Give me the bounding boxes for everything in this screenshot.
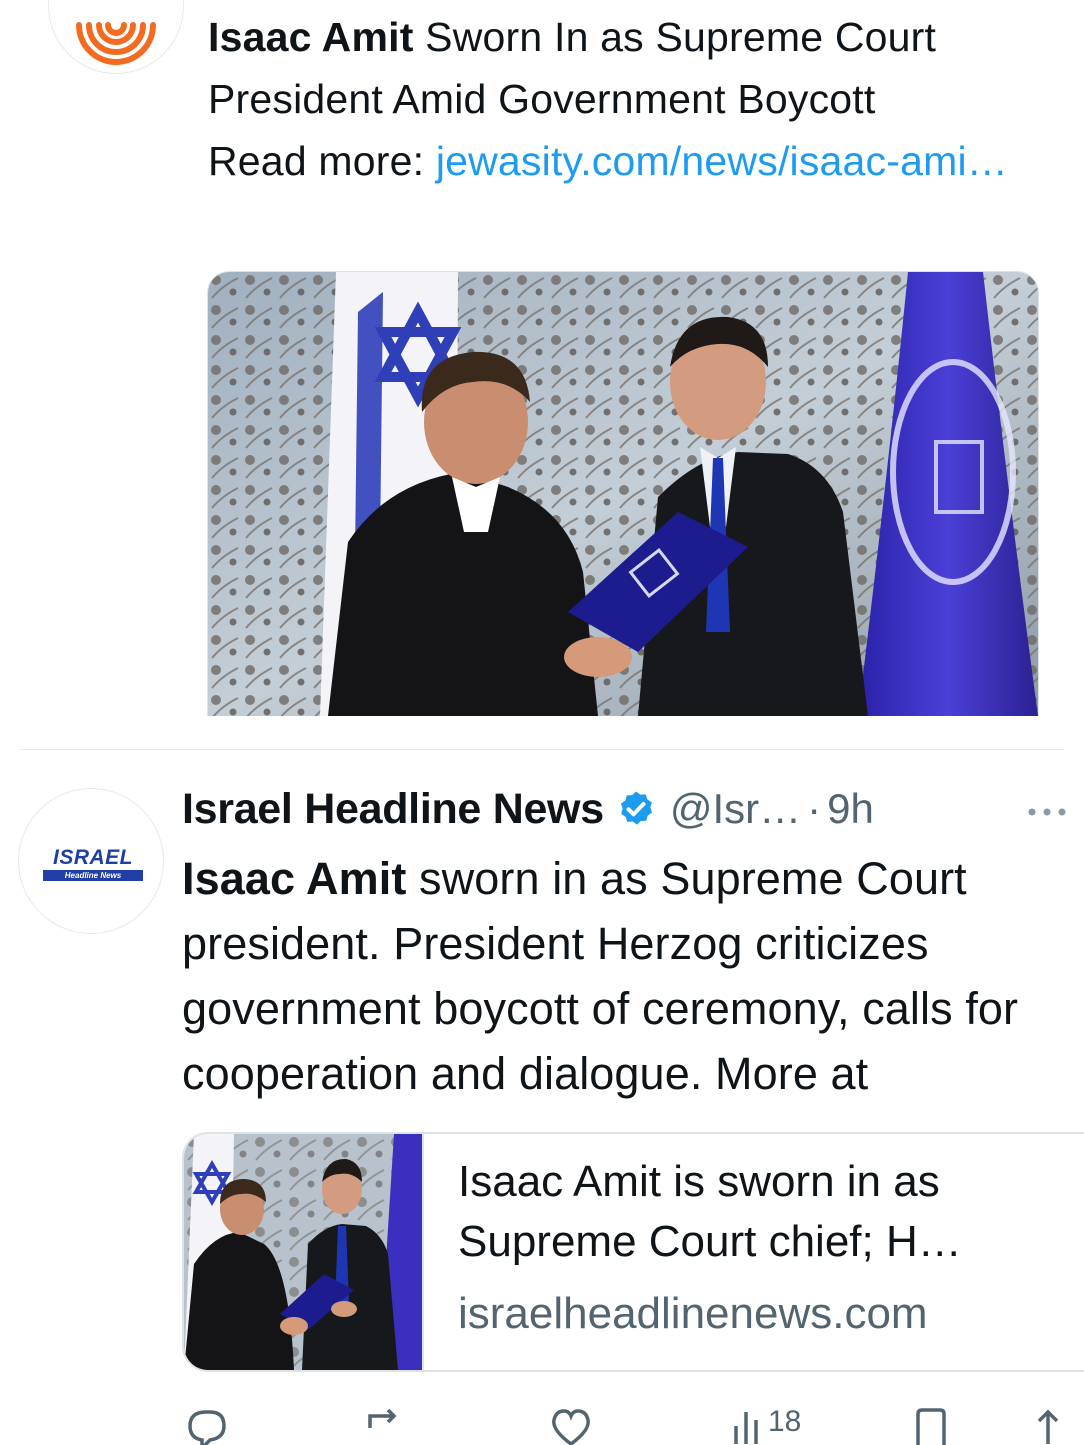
tweet1-headline-bold: Isaac Amit xyxy=(208,14,414,60)
ihn-logo-top: ISRAEL xyxy=(52,846,133,869)
tweet2-header: Israel Headline News @Isr… · 9h xyxy=(182,776,874,842)
tweet-divider xyxy=(20,749,1064,750)
jewasity-logo-icon xyxy=(76,22,156,65)
tweet2-text-bold: Isaac Amit xyxy=(182,853,407,904)
ceremony-photo xyxy=(208,272,1038,716)
share-button[interactable] xyxy=(1028,1404,1068,1445)
jewasity-avatar[interactable] xyxy=(48,0,184,74)
bookmark-icon xyxy=(916,1408,946,1445)
tweet1-photo[interactable] xyxy=(207,271,1039,716)
meta-separator: · xyxy=(807,785,822,832)
verified-badge-icon xyxy=(620,791,652,825)
link-preview-card[interactable]: Isaac Amit is sworn in as Supreme Court … xyxy=(182,1132,1084,1372)
israel-headline-news-avatar[interactable]: ISRAEL Headline News xyxy=(18,788,164,934)
author-name[interactable]: Israel Headline News xyxy=(182,785,604,834)
tweet1-link[interactable]: jewasity.com/news/isaac-ami… xyxy=(436,138,1008,184)
tweet2-text: Isaac Amit sworn in as Supreme Court pre… xyxy=(182,846,1072,1106)
ihn-logo: ISRAEL Headline News xyxy=(33,847,153,881)
views-icon xyxy=(734,1412,758,1444)
card-body: Isaac Amit is sworn in as Supreme Court … xyxy=(424,1134,1058,1370)
reply-button[interactable] xyxy=(182,1404,232,1445)
retweet-icon xyxy=(368,1408,397,1428)
card-thumbnail xyxy=(184,1134,424,1370)
card-domain: israelheadlinenews.com xyxy=(458,1289,928,1338)
share-icon xyxy=(1037,1409,1059,1444)
bookmark-button[interactable] xyxy=(908,1404,958,1445)
ihn-logo-bottom: Headline News xyxy=(43,870,143,881)
author-handle[interactable]: @Isr… xyxy=(670,785,801,833)
reply-icon xyxy=(188,1410,226,1445)
views-count: 18 xyxy=(768,1405,802,1438)
like-button[interactable] xyxy=(546,1404,596,1445)
like-icon xyxy=(552,1409,590,1445)
retweet-button[interactable] xyxy=(360,1404,410,1445)
card-title: Isaac Amit is sworn in as Supreme Court … xyxy=(458,1157,962,1266)
views-button[interactable]: 18 xyxy=(728,1404,828,1445)
read-more-label: Read more: xyxy=(208,138,436,184)
more-icon xyxy=(1028,808,1066,816)
tweet1-text: Isaac Amit Sworn In as Supreme Court Pre… xyxy=(208,6,1058,192)
timestamp[interactable]: 9h xyxy=(827,785,874,833)
more-button[interactable] xyxy=(1022,790,1072,830)
